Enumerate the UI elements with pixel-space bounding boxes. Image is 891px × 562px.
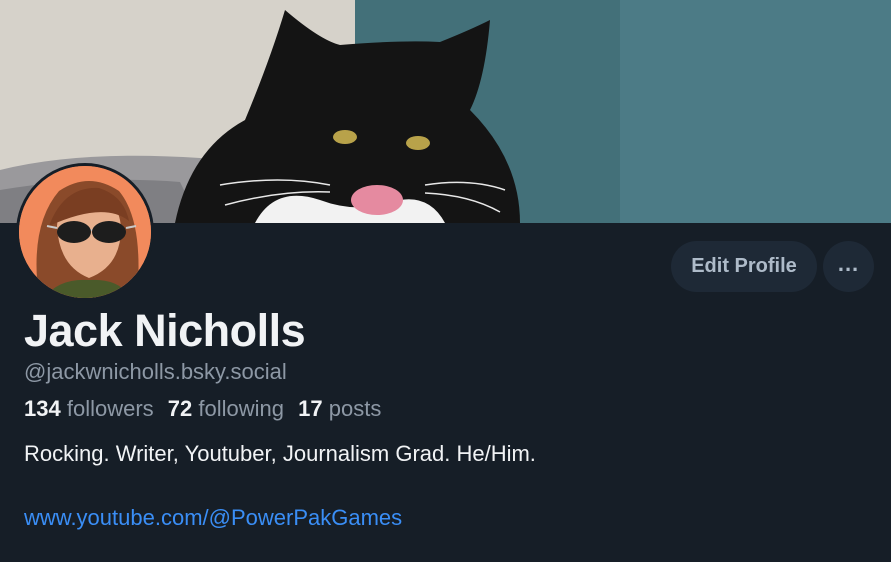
following-label: following	[198, 396, 284, 421]
profile-bio: Rocking. Writer, Youtuber, Journalism Gr…	[24, 441, 536, 466]
following-count: 72	[167, 396, 193, 421]
avatar-image	[19, 166, 151, 298]
profile-stats: 134 followers 72 following 17 posts	[24, 396, 389, 422]
posts-label: posts	[328, 396, 382, 421]
avatar[interactable]	[16, 163, 154, 301]
posts-stat: 17 posts	[298, 396, 381, 421]
edit-profile-button[interactable]: Edit Profile	[671, 241, 817, 292]
followers-count: 134	[24, 396, 61, 421]
more-options-button[interactable]: ...	[823, 241, 874, 292]
profile-link[interactable]: www.youtube.com/@PowerPakGames	[24, 505, 402, 531]
display-name: Jack Nicholls	[24, 305, 306, 356]
profile-handle: @jackwnicholls.bsky.social	[24, 359, 287, 384]
ellipsis-icon: ...	[837, 250, 860, 276]
posts-count: 17	[298, 396, 323, 421]
following-stat[interactable]: 72 following	[168, 396, 284, 421]
followers-stat[interactable]: 134 followers	[24, 396, 154, 421]
followers-label: followers	[66, 396, 154, 421]
